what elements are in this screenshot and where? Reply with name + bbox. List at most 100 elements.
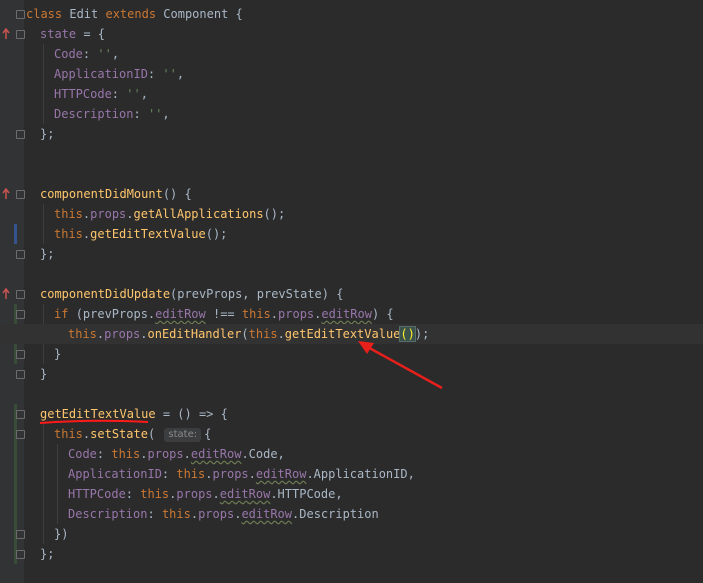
code-line-text: }: [40, 364, 47, 384]
code-line-text: HTTPCode: this.props.editRow.HTTPCode,: [68, 484, 343, 504]
code-token: setState: [90, 427, 148, 441]
code-line[interactable]: };: [0, 244, 703, 264]
code-line-text: class Edit extends Component {: [26, 4, 243, 24]
code-token: .: [183, 447, 191, 461]
code-token: }: [40, 367, 48, 381]
annotation-underline: [39, 419, 149, 424]
code-token: this: [176, 467, 206, 481]
code-token: editRow: [241, 507, 293, 521]
code-line-text: ApplicationID: '',: [54, 64, 184, 84]
code-token: :: [111, 87, 127, 101]
code-line[interactable]: ApplicationID: '',: [0, 64, 703, 84]
code-token: extends: [105, 7, 164, 21]
code-token: .: [140, 447, 148, 461]
code-token: .HTTPCode,: [270, 487, 343, 501]
code-token: .: [205, 467, 213, 481]
code-line-text: this.setState( state:{: [54, 424, 211, 444]
code-token: ,: [176, 67, 185, 81]
code-token: .: [248, 467, 256, 481]
code-token: props: [212, 467, 249, 481]
code-token: ();: [205, 227, 228, 241]
code-line[interactable]: if (prevProps.editRow !== this.props.edi…: [0, 304, 703, 324]
code-token: (prevProps.: [75, 307, 156, 321]
code-token: this: [140, 487, 170, 501]
code-line-text: }: [54, 344, 61, 364]
code-token: this: [111, 447, 141, 461]
code-token: ) {: [371, 307, 394, 321]
code-line-text: Description: this.props.editRow.Descript…: [68, 504, 379, 524]
code-token: this: [54, 227, 83, 241]
code-line-text: this.getEditTextValue();: [54, 224, 227, 244]
code-token: :: [147, 507, 162, 521]
code-line[interactable]: HTTPCode: this.props.editRow.HTTPCode,: [0, 484, 703, 504]
code-line[interactable]: componentDidUpdate(prevProps, prevState)…: [0, 284, 703, 304]
code-line[interactable]: Description: this.props.editRow.Descript…: [0, 504, 703, 524]
code-line[interactable]: Description: '',: [0, 104, 703, 124]
code-token: '': [97, 47, 112, 61]
code-token: = () => {: [155, 407, 228, 421]
code-line-text: Description: '',: [54, 104, 170, 124]
code-token: props: [176, 487, 213, 501]
code-line-text: };: [40, 124, 54, 144]
code-token: '': [126, 87, 141, 101]
code-line-text: componentDidMount() {: [40, 184, 192, 204]
code-token: this: [161, 507, 191, 521]
code-line[interactable]: class Edit extends Component {: [0, 4, 703, 24]
code-token: editRow: [321, 307, 372, 321]
code-line[interactable]: };: [0, 544, 703, 564]
code-token: .: [140, 327, 148, 341]
code-line[interactable]: }): [0, 524, 703, 544]
code-line[interactable]: ApplicationID: this.props.editRow.Applic…: [0, 464, 703, 484]
code-token: {: [204, 427, 212, 441]
code-token: props: [90, 207, 127, 221]
code-line[interactable]: this.setState( state:{: [0, 424, 703, 444]
code-token: ApplicationID: [68, 467, 162, 481]
code-token: };: [40, 247, 55, 261]
code-token: componentDidMount: [40, 187, 163, 201]
code-line[interactable]: };: [0, 124, 703, 144]
code-token: props: [104, 327, 141, 341]
code-token: ,: [111, 47, 120, 61]
code-token: componentDidUpdate: [40, 287, 171, 301]
code-token: ,: [162, 107, 170, 121]
code-token: :: [96, 447, 112, 461]
code-token: .: [126, 207, 134, 221]
code-token: getAllApplications: [133, 207, 264, 221]
code-token: onEditHandler: [147, 327, 242, 341]
code-token: this: [248, 327, 278, 341]
code-token: Code: [54, 47, 83, 61]
code-token: .: [212, 487, 220, 501]
code-line[interactable]: Code: '',: [0, 44, 703, 64]
code-line[interactable]: state = {: [0, 24, 703, 44]
code-editor[interactable]: class Edit extends Component {state = {C…: [0, 0, 703, 583]
code-token: ();: [263, 207, 286, 221]
code-token: (prevProps, prevState) {: [170, 287, 344, 301]
code-token: getEditTextValue: [90, 227, 206, 241]
code-line[interactable]: componentDidMount() {: [0, 184, 703, 204]
code-line[interactable]: HTTPCode: '',: [0, 84, 703, 104]
code-token: :: [161, 467, 177, 481]
code-token: class: [26, 7, 70, 21]
code-line[interactable]: Code: this.props.editRow.Code,: [0, 444, 703, 464]
code-token: Code: [68, 447, 97, 461]
code-token: (: [147, 427, 163, 441]
code-token: this: [241, 307, 271, 321]
code-line-text: HTTPCode: '',: [54, 84, 148, 104]
code-line-text: Code: '',: [54, 44, 119, 64]
code-token: editRow: [190, 447, 242, 461]
code-line-text: componentDidUpdate(prevProps, prevState)…: [40, 284, 343, 304]
code-token: HTTPCode: [54, 87, 112, 101]
code-token: ApplicationID: [54, 67, 148, 81]
code-token: props: [147, 447, 184, 461]
code-token: ,: [140, 87, 148, 101]
code-token: Edit: [69, 7, 106, 21]
code-line-text: Code: this.props.editRow.Code,: [68, 444, 285, 464]
code-token: :: [147, 67, 163, 81]
code-token: '': [162, 67, 177, 81]
code-line-text: state = {: [40, 24, 105, 44]
code-line[interactable]: this.props.getAllApplications();: [0, 204, 703, 224]
code-line[interactable]: this.getEditTextValue();: [0, 224, 703, 244]
code-token: }: [54, 347, 62, 361]
code-token: :: [125, 487, 141, 501]
code-token: this: [54, 427, 83, 441]
